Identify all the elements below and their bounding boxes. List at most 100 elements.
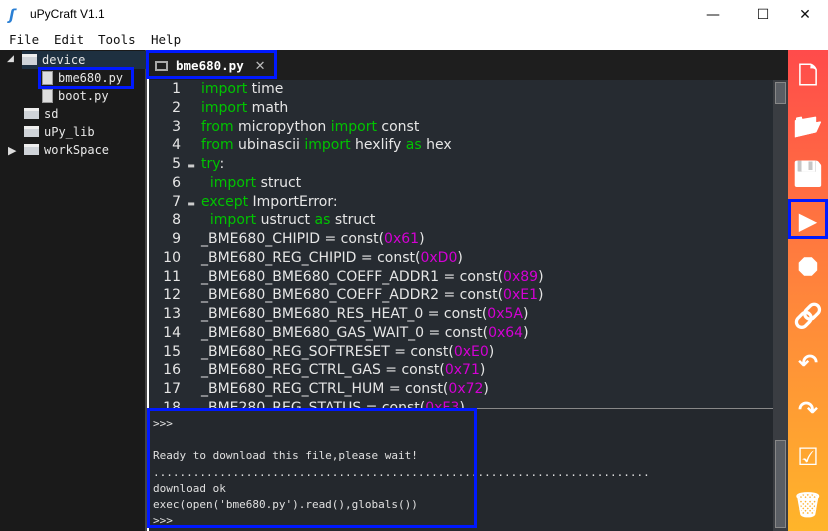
code-line: 10 _BME680_REG_CHIPID = const(0xD0): [149, 249, 463, 268]
tree-item-bme680[interactable]: bme680.py: [42, 69, 123, 87]
code-editor[interactable]: 1 import time 2 import math 3 from micropy…: [149, 80, 773, 408]
fold-marker[interactable]: [181, 287, 201, 306]
fold-marker[interactable]: [181, 381, 201, 400]
line-number: 1: [172, 81, 181, 97]
clear-icon: 🗑: [792, 490, 824, 519]
code-token: :: [219, 156, 225, 172]
line-number: 17: [163, 381, 181, 397]
code-token: 0xF3: [425, 399, 460, 408]
terminal[interactable]: >>> Ready to download this file,please wa…: [149, 408, 773, 531]
fold-marker[interactable]: ▬: [181, 156, 201, 175]
code-token: ImportError:: [248, 193, 338, 210]
syntax-check-button[interactable]: ☑: [791, 440, 825, 474]
connect-button[interactable]: 🔗: [791, 299, 825, 333]
fold-marker[interactable]: [181, 137, 201, 156]
menu-edit[interactable]: Edit: [54, 32, 84, 47]
scrollbar-thumb[interactable]: [775, 82, 786, 104]
fold-marker[interactable]: ▬: [181, 194, 201, 213]
file-icon: [42, 71, 53, 85]
folder-icon: [22, 54, 37, 65]
line-number: 10: [163, 249, 181, 266]
line-number: 6: [172, 174, 181, 191]
minimize-button[interactable]: —: [690, 0, 736, 30]
fold-marker[interactable]: [181, 269, 201, 288]
code-token: _BME680_BME680_COEFF_ADDR2 = const(: [201, 287, 504, 304]
code-token: 0x89: [503, 268, 539, 285]
tree-item-device[interactable]: device: [22, 51, 147, 69]
code-line: 13 _BME680_BME680_RES_HEAT_0 = const(0x5…: [149, 305, 528, 324]
fold-marker[interactable]: [181, 250, 201, 269]
code-token: ): [523, 324, 529, 341]
undo-icon: ↶: [797, 348, 819, 377]
menu-file[interactable]: File: [9, 32, 39, 47]
connect-icon: 🔗: [793, 301, 823, 330]
fold-marker[interactable]: [181, 344, 201, 363]
line-number: 4: [172, 137, 181, 154]
code-token: import: [201, 99, 248, 116]
collapse-arrow-icon[interactable]: ◢: [7, 54, 14, 64]
code-token: time: [247, 81, 284, 97]
fold-marker[interactable]: [181, 231, 201, 250]
fold-marker[interactable]: [181, 175, 201, 194]
redo-button[interactable]: ↷: [791, 393, 825, 427]
open-file-button[interactable]: 📂: [791, 109, 825, 143]
line-number: 8: [172, 212, 181, 229]
code-token: from: [201, 118, 234, 135]
code-token: ): [457, 249, 463, 266]
terminal-line: Ready to download this file,please wait!: [153, 449, 418, 463]
tree-item-sd[interactable]: sd: [24, 105, 58, 123]
code-line: 12 _BME680_BME680_COEFF_ADDR2 = const(0x…: [149, 286, 543, 305]
clear-button[interactable]: 🗑: [791, 488, 825, 522]
fold-marker[interactable]: [181, 100, 201, 119]
code-token: 0x72: [448, 381, 484, 397]
new-file-button[interactable]: 🗋: [791, 62, 825, 96]
code-token: ): [483, 381, 489, 397]
tree-item-workspace[interactable]: workSpace: [24, 141, 109, 159]
code-token: _BME680_CHIPID = const(: [201, 231, 385, 247]
tree-item-upy-lib[interactable]: uPy_lib: [24, 123, 95, 141]
fold-marker[interactable]: [181, 212, 201, 231]
code-token: 0xE1: [503, 287, 538, 304]
code-line: 3 from micropython import const: [149, 118, 419, 137]
save-button[interactable]: 💾: [791, 157, 825, 191]
file-tree: ◢ device bme680.py boot.py sd uPy_lib ▶ …: [0, 50, 147, 531]
code-token: _BME680_REG_CHIPID = const(: [201, 249, 421, 266]
window-title: uPyCraft V1.1: [30, 7, 105, 21]
expand-arrow-icon[interactable]: ▶: [8, 144, 16, 157]
fold-marker[interactable]: [181, 325, 201, 344]
code-token: as: [405, 137, 422, 154]
code-line: 14 _BME680_BME680_GAS_WAIT_0 = const(0x6…: [149, 324, 529, 344]
tab-bar: bme680.py ✕: [149, 50, 788, 80]
scrollbar-thumb[interactable]: [775, 440, 786, 528]
stop-button[interactable]: ⯃: [791, 251, 825, 285]
app-logo-icon: ʃ: [9, 6, 16, 24]
code-token: 0x61: [384, 231, 420, 247]
fold-marker[interactable]: [181, 81, 201, 100]
tab-bme680[interactable]: bme680.py ✕: [149, 50, 277, 80]
fold-marker[interactable]: [181, 362, 201, 381]
title-bar: ʃ uPyCraft V1.1 — ☐ ✕: [0, 0, 828, 30]
fold-marker[interactable]: [181, 119, 201, 138]
fold-marker[interactable]: [181, 306, 201, 325]
close-tab-icon[interactable]: ✕: [255, 55, 265, 74]
tree-item-boot[interactable]: boot.py: [42, 87, 109, 105]
maximize-button[interactable]: ☐: [740, 0, 786, 30]
fold-marker[interactable]: [181, 400, 201, 408]
syntax-check-icon: ☑: [797, 443, 819, 472]
code-token: ): [479, 362, 486, 379]
code-token: 0xE0: [453, 343, 489, 360]
code-line: 1 import time: [149, 80, 283, 99]
code-token: from: [201, 137, 234, 154]
menu-tools[interactable]: Tools: [98, 32, 136, 47]
line-number: 13: [163, 306, 181, 322]
run-button[interactable]: ▶: [791, 204, 825, 238]
close-window-button[interactable]: ✕: [782, 0, 828, 30]
menu-help[interactable]: Help: [151, 32, 181, 47]
code-token: 0x71: [444, 362, 480, 379]
folder-icon: [24, 144, 39, 155]
undo-button[interactable]: ↶: [791, 346, 825, 380]
editor-scrollbar[interactable]: [773, 80, 788, 408]
code-token: as: [314, 212, 331, 229]
terminal-scrollbar[interactable]: [773, 408, 788, 531]
code-token: _BME680_BME680_COEFF_ADDR1 = const(: [201, 268, 504, 285]
